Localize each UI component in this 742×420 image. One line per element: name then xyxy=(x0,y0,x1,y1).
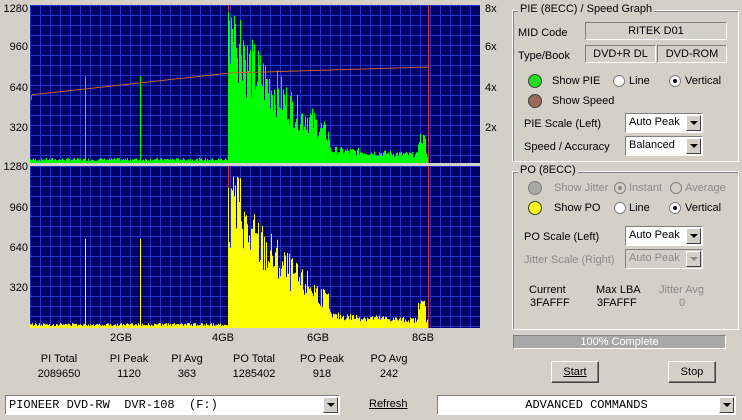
speed-accuracy-label: Speed / Accuracy xyxy=(524,141,610,153)
disc-type-value: DVD+R DL xyxy=(585,45,656,63)
progress-text: 100% Complete xyxy=(580,336,659,348)
show-speed-label[interactable]: Show Speed xyxy=(552,95,614,107)
speed-accuracy-select[interactable]: Balanced xyxy=(625,136,703,156)
progress-bar: 100% Complete xyxy=(513,335,726,349)
po-line-label[interactable]: Line xyxy=(629,202,650,214)
po-line-radio[interactable] xyxy=(614,202,626,214)
chevron-down-icon[interactable] xyxy=(686,138,701,154)
pie-graph xyxy=(30,5,480,163)
speed-tick: 2x xyxy=(485,122,497,134)
advanced-commands-select[interactable]: ADVANCED COMMANDS xyxy=(437,395,736,415)
stat-pi-total: PI Total 2089650 xyxy=(37,353,81,380)
show-jitter-label: Show Jitter xyxy=(554,182,609,194)
pie-group-title: PIE (8ECC) / Speed Graph xyxy=(518,3,655,15)
chevron-down-icon[interactable] xyxy=(719,397,734,413)
pie-y-tick: 640 xyxy=(9,82,28,94)
mid-code-value: RITEK D01 xyxy=(585,22,727,40)
mid-code-label: MID Code xyxy=(518,27,568,39)
jitter-instant-radio xyxy=(614,182,626,194)
po-graph xyxy=(30,166,480,328)
max-lba-value: 3FAFFF xyxy=(597,297,637,309)
jitter-average-radio xyxy=(670,182,682,194)
po-y-tick: 640 xyxy=(9,242,28,254)
chevron-down-icon[interactable] xyxy=(323,397,338,413)
po-scale-select[interactable]: Auto Peak xyxy=(625,226,703,246)
pie-line-label[interactable]: Line xyxy=(629,75,650,87)
pie-vertical-label[interactable]: Vertical xyxy=(685,75,721,87)
pie-vertical-radio[interactable] xyxy=(669,75,681,87)
drive-select[interactable]: PIONEER DVD-RW DVR-108 (F:) xyxy=(5,395,340,415)
po-y-tick: 1280 xyxy=(3,161,28,173)
pie-line-radio[interactable] xyxy=(613,75,625,87)
jitter-scale-label: Jitter Scale (Right) xyxy=(524,254,615,266)
show-po-label[interactable]: Show PO xyxy=(554,202,600,214)
jitter-scale-select: Auto Peak xyxy=(625,249,703,269)
pie-y-tick: 960 xyxy=(9,41,28,53)
stat-po-avg: PO Avg 242 xyxy=(370,353,408,380)
refresh-link[interactable]: Refresh xyxy=(369,398,408,410)
speed-tick: 8x xyxy=(485,3,497,15)
x-tick: 2GB xyxy=(109,332,132,344)
chevron-down-icon[interactable] xyxy=(686,115,701,131)
pie-graph-canvas xyxy=(30,5,480,163)
jitter-average-label: Average xyxy=(685,182,726,194)
po-y-tick: 320 xyxy=(9,282,28,294)
chart-area: 1280 960 640 320 8x 6x 4x 2x 1280 960 64… xyxy=(0,0,510,345)
jitter-color-icon xyxy=(528,181,542,195)
current-label: Current xyxy=(529,284,566,296)
po-vertical-radio[interactable] xyxy=(669,202,681,214)
pie-scale-label: PIE Scale (Left) xyxy=(524,118,602,130)
show-pie-label[interactable]: Show PIE xyxy=(552,75,600,87)
po-graph-canvas xyxy=(30,166,480,328)
start-button[interactable]: Start xyxy=(551,361,599,383)
pie-y-tick: 320 xyxy=(9,122,28,134)
chevron-down-icon[interactable] xyxy=(686,228,701,244)
po-group-title: PO (8ECC) xyxy=(518,164,578,176)
pie-y-tick: 1280 xyxy=(3,3,28,15)
current-value: 3FAFFF xyxy=(530,297,570,309)
speed-tick: 4x xyxy=(485,82,497,94)
book-type-value: DVD-ROM xyxy=(657,45,727,63)
jitter-avg-label: Jitter Avg xyxy=(659,284,705,296)
po-vertical-label[interactable]: Vertical xyxy=(685,202,721,214)
type-book-label: Type/Book xyxy=(518,50,570,62)
po-scale-label: PO Scale (Left) xyxy=(524,231,600,243)
po-y-tick: 960 xyxy=(9,202,28,214)
po-color-icon[interactable] xyxy=(528,201,542,215)
jitter-instant-label: Instant xyxy=(629,182,663,194)
speed-tick: 6x xyxy=(485,41,497,53)
x-tick: 6GB xyxy=(306,332,329,344)
chevron-down-icon xyxy=(686,251,701,267)
pie-color-icon[interactable] xyxy=(528,74,542,88)
pie-scale-select[interactable]: Auto Peak xyxy=(625,113,703,133)
jitter-avg-value: 0 xyxy=(679,297,686,309)
x-tick: 8GB xyxy=(411,332,434,344)
stop-button[interactable]: Stop xyxy=(668,361,716,383)
x-tick: 4GB xyxy=(211,332,234,344)
max-lba-label: Max LBA xyxy=(596,284,641,296)
speed-color-icon[interactable] xyxy=(528,94,542,108)
